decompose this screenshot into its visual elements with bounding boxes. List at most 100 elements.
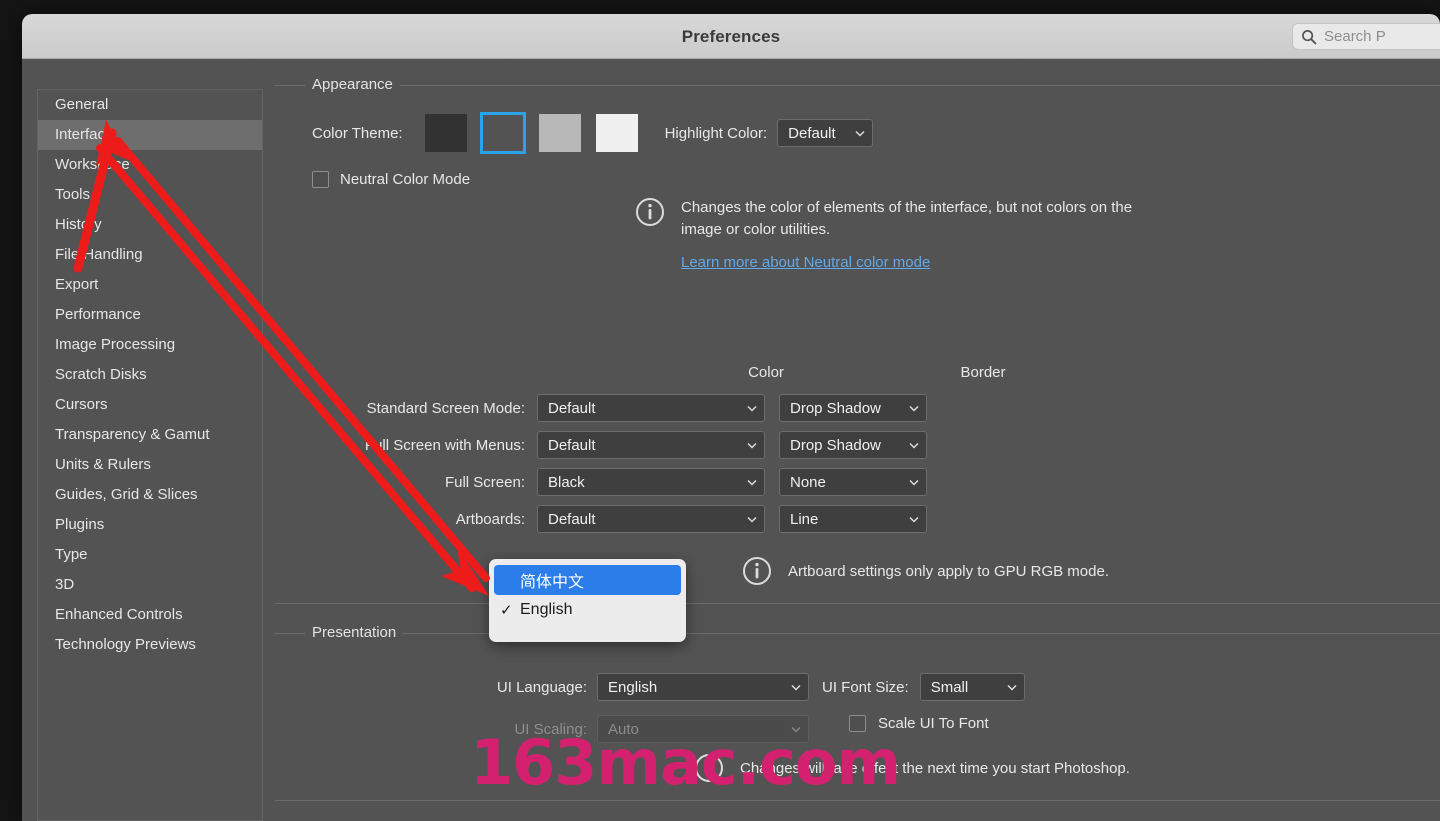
sidebar-item-export[interactable]: Export <box>38 270 262 300</box>
sidebar-item-enhanced-controls[interactable]: Enhanced Controls <box>38 600 262 630</box>
screen-mode-label: Full Screen with Menus: <box>275 437 525 454</box>
color-theme-swatch-light-gray[interactable] <box>539 114 581 152</box>
restart-info-text: Changes will take effect the next time y… <box>740 760 1130 777</box>
ui-font-size-select[interactable]: Small <box>920 673 1025 701</box>
sidebar-item-units-rulers[interactable]: Units & Rulers <box>38 450 262 480</box>
info-icon <box>694 753 724 783</box>
scale-ui-to-font-row[interactable]: Scale UI To Font <box>849 715 989 732</box>
sidebar-item-label: History <box>55 216 102 233</box>
ui-scaling-select: Auto <box>597 715 809 743</box>
sidebar-item-guides-grid-slices[interactable]: Guides, Grid & Slices <box>38 480 262 510</box>
neutral-color-mode-checkbox[interactable] <box>312 171 329 188</box>
color-theme-swatch-medium-dark[interactable] <box>482 114 524 152</box>
neutral-info-line-2: image or color utilities. <box>681 219 1132 241</box>
sidebar-item-history[interactable]: History <box>38 210 262 240</box>
highlight-color-select[interactable]: Default <box>777 119 873 147</box>
screen-mode-border-select[interactable]: Line <box>779 505 927 533</box>
preferences-content: Appearance Color Theme: Highlight Color:… <box>275 72 1440 821</box>
language-menu-item-label: English <box>520 601 572 619</box>
search-preferences-input[interactable]: Search P <box>1292 23 1440 50</box>
sidebar-item-interface[interactable]: Interface <box>38 120 262 150</box>
section-divider <box>275 603 1440 604</box>
ui-language-select[interactable]: English <box>597 673 809 701</box>
language-menu-item[interactable]: 简体中文 <box>494 565 681 595</box>
checkmark-icon: ✓ <box>500 601 516 619</box>
neutral-info-line-1: Changes the color of elements of the int… <box>681 197 1132 219</box>
sidebar-item-scratch-disks[interactable]: Scratch Disks <box>38 360 262 390</box>
column-header-border: Border <box>896 364 1070 381</box>
screen-mode-color-select[interactable]: Default <box>537 394 765 422</box>
sidebar-item-label: Workspace <box>55 156 130 173</box>
color-theme-label: Color Theme: <box>312 125 403 142</box>
ui-scaling-label: UI Scaling: <box>407 721 587 738</box>
sidebar-item-general[interactable]: General <box>38 90 262 120</box>
page-title: Preferences <box>22 14 1440 59</box>
sidebar-item-label: Guides, Grid & Slices <box>55 486 198 503</box>
color-theme-swatches <box>425 114 638 152</box>
sidebar-item-cursors[interactable]: Cursors <box>38 390 262 420</box>
color-theme-swatch-dark[interactable] <box>425 114 467 152</box>
sidebar-item-label: Technology Previews <box>55 636 196 653</box>
info-icon <box>742 556 772 586</box>
highlight-color-value: Default <box>788 125 854 142</box>
column-header-color: Color <box>642 364 890 381</box>
section-divider <box>275 800 1440 801</box>
preferences-window: Preferences Search P General Interface Wor… <box>22 14 1440 821</box>
ui-language-label: UI Language: <box>407 679 587 696</box>
screenshot-root: Preferences Search P General Interface Wor… <box>0 0 1440 821</box>
color-theme-swatch-light[interactable] <box>596 114 638 152</box>
sidebar-item-label: Image Processing <box>55 336 175 353</box>
sidebar-item-label: Type <box>55 546 88 563</box>
screen-mode-border-select[interactable]: Drop Shadow <box>779 431 927 459</box>
sidebar-item-transparency-gamut[interactable]: Transparency & Gamut <box>38 420 262 450</box>
chevron-down-icon <box>790 681 802 693</box>
sidebar-item-label: Transparency & Gamut <box>55 426 210 443</box>
options-group-header: Options <box>275 817 1440 821</box>
chevron-down-icon <box>908 513 920 525</box>
color-theme-row: Color Theme: Highlight Color: Default <box>312 114 873 152</box>
language-menu-item-label: 简体中文 <box>520 568 584 592</box>
ui-font-size-label: UI Font Size: <box>822 679 909 696</box>
appearance-group-label: Appearance <box>305 72 400 98</box>
sidebar-item-label: Interface <box>55 126 113 143</box>
ui-scaling-row: UI Scaling: Auto <box>407 715 809 743</box>
neutral-color-info: Changes the color of elements of the int… <box>635 197 1132 272</box>
sidebar-item-type[interactable]: Type <box>38 540 262 570</box>
ui-language-dropdown-menu[interactable]: 简体中文✓English <box>489 559 686 642</box>
screen-mode-border-select[interactable]: Drop Shadow <box>779 394 927 422</box>
sidebar-item-label: Units & Rulers <box>55 456 151 473</box>
sidebar-item-image-processing[interactable]: Image Processing <box>38 330 262 360</box>
screen-mode-color-select[interactable]: Default <box>537 505 765 533</box>
sidebar-item-file-handling[interactable]: File Handling <box>38 240 262 270</box>
neutral-color-mode-row[interactable]: Neutral Color Mode <box>312 171 470 188</box>
chevron-down-icon <box>1006 681 1018 693</box>
screen-mode-color-select[interactable]: Black <box>537 468 765 496</box>
sidebar-item-label: File Handling <box>55 246 143 263</box>
sidebar-item-technology-previews[interactable]: Technology Previews <box>38 630 262 660</box>
screen-mode-color-select-value: Default <box>548 511 746 528</box>
sidebar-item-label: Tools <box>55 186 90 203</box>
screen-mode-color-select[interactable]: Default <box>537 431 765 459</box>
sidebar-item-plugins[interactable]: Plugins <box>38 510 262 540</box>
neutral-color-mode-link[interactable]: Learn more about Neutral color mode <box>681 254 930 271</box>
sidebar-item-3d[interactable]: 3D <box>38 570 262 600</box>
chevron-down-icon <box>854 127 866 139</box>
chevron-down-icon <box>746 476 758 488</box>
scale-ui-to-font-label: Scale UI To Font <box>878 715 989 732</box>
scale-ui-to-font-checkbox[interactable] <box>849 715 866 732</box>
sidebar-item-label: Export <box>55 276 98 293</box>
sidebar-item-tools[interactable]: Tools <box>38 180 262 210</box>
screen-mode-row: Artboards:DefaultLine <box>275 505 927 533</box>
sidebar-item-label: Plugins <box>55 516 104 533</box>
info-icon <box>635 197 665 227</box>
preferences-sidebar: General Interface Workspace Tools History Fil… <box>37 89 263 821</box>
sidebar-item-performance[interactable]: Performance <box>38 300 262 330</box>
screen-mode-row: Standard Screen Mode:DefaultDrop Shadow <box>275 394 927 422</box>
screen-mode-label: Full Screen: <box>275 474 525 491</box>
screen-mode-border-select[interactable]: None <box>779 468 927 496</box>
screen-mode-border-select-value: Line <box>790 511 908 528</box>
ui-font-size-row: UI Font Size: Small <box>822 673 1025 701</box>
language-menu-item[interactable]: ✓English <box>494 595 681 625</box>
chevron-down-icon <box>746 439 758 451</box>
sidebar-item-workspace[interactable]: Workspace <box>38 150 262 180</box>
